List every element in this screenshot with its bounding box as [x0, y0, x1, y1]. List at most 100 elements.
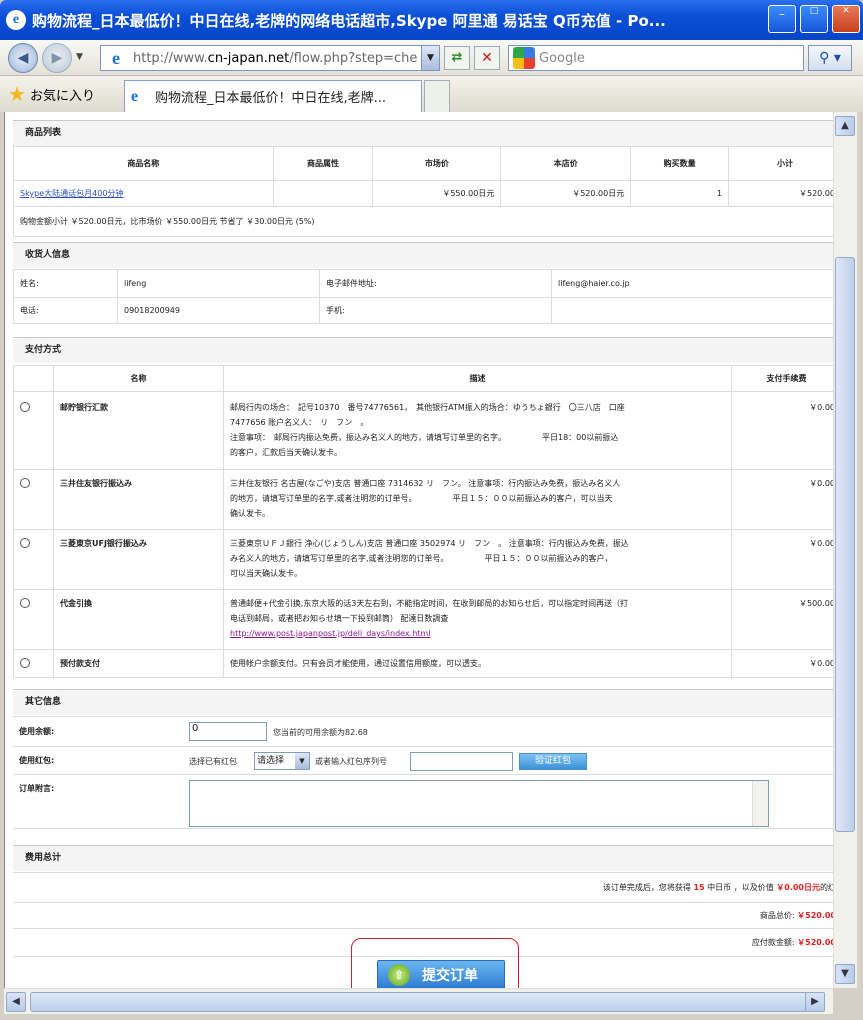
payment-desc-line: 的地方，请填写订单里的名字,或者注明您的订单号。 平日１５：００以前振込み的客户…	[230, 494, 613, 503]
address-bar[interactable]: e http://www.cn-japan.net/flow.php?step=…	[100, 45, 440, 71]
scroll-right-button[interactable]: ▶	[805, 992, 825, 1012]
address-dropdown-button[interactable]: ▼	[421, 46, 439, 70]
forward-button[interactable]: ▶	[42, 43, 72, 73]
other-section-title: 其它信息	[13, 689, 833, 715]
payment-radio-cod[interactable]	[20, 598, 30, 608]
payment-name: 邮貯银行汇款	[53, 391, 224, 470]
minimize-button[interactable]: _	[768, 5, 796, 33]
goods-subtotal: ￥520.00	[728, 180, 833, 207]
search-placeholder: Google	[539, 50, 585, 66]
goods-quantity: 1	[630, 180, 730, 207]
address-url[interactable]: http://www.cn-japan.net/flow.php?step=ch…	[133, 51, 418, 66]
payment-desc-line: 电话到邮局，或者把お知らせ填一下投到邮筒） 配達日数調査	[230, 614, 449, 623]
payment-fee: ￥500.00	[731, 589, 833, 650]
payment-row[interactable]: 预付款支付 使用帐户余额支付。只有会员才能使用，通过设置信用额度，可以透支。 ￥…	[13, 649, 833, 678]
tab-active[interactable]: e 购物流程_日本最低价！中日在线,老牌...	[124, 80, 422, 112]
payment-desc-line: 7477656 账户名义人： リ フン 。	[230, 418, 369, 427]
vertical-scrollbar[interactable]: ▲ ▼	[833, 112, 857, 988]
goods-name-link[interactable]: Skype大陆通话包月400分钟	[20, 189, 123, 198]
points-note: 该订单完成后，您将获得 15 中日币 ，以及价值 ￥0.00日元的红	[13, 872, 833, 903]
email-value: lifeng@haier.co.jp	[551, 269, 833, 298]
goods-table: 商品名称 商品属性 市场价 本店价 购买数量 小计 Skype大陆通话包月400…	[13, 146, 833, 237]
goods-section-title: 商品列表	[13, 120, 833, 146]
payment-desc-line: 可以当天确认发卡。	[230, 569, 302, 578]
balance-note: 您当前的可用余额为82.68	[273, 728, 368, 737]
window-title: 购物流程_日本最低价！中日在线,老牌的网络电话超市,Skype 阿里通 易话宝 …	[32, 11, 666, 30]
mobile-value	[551, 297, 833, 324]
refresh-button[interactable]: ⇄	[444, 46, 470, 70]
goods-summary: 购物金额小计 ￥520.00日元，比市场价 ￥550.00日元 节省了 ￥30.…	[13, 206, 833, 237]
tab-bar: ★ お気に入り e 购物流程_日本最低价！中日在线,老牌...	[0, 76, 863, 112]
payment-name: 代金引換	[53, 589, 224, 650]
payment-col-desc: 描述	[223, 365, 732, 392]
recent-pages-dropdown-icon[interactable]: ▼	[76, 52, 83, 62]
search-box[interactable]: Google	[508, 45, 804, 71]
email-label: 电子邮件地址:	[319, 269, 552, 298]
maximize-button[interactable]: □	[800, 5, 828, 33]
bonus-serial-input[interactable]	[410, 752, 513, 771]
vertical-scroll-thumb[interactable]	[835, 257, 855, 832]
payment-name: 预付款支付	[53, 649, 224, 678]
payment-fee: ￥0.00	[731, 529, 833, 590]
remark-textarea[interactable]	[189, 780, 769, 827]
bonus-prefix: 选择已有红包	[189, 757, 237, 766]
remark-scrollbar[interactable]	[752, 781, 768, 826]
submit-order-label: 提交订单	[422, 968, 478, 984]
new-tab-button[interactable]	[424, 80, 450, 112]
browser-window: e 购物流程_日本最低价！中日在线,老牌的网络电话超市,Skype 阿里通 易话…	[0, 0, 863, 1020]
payment-desc-line: 确认发卡。	[230, 509, 270, 518]
payment-name: 三菱東京UFJ银行振込み	[53, 529, 224, 590]
upload-arrow-icon: ⇧	[388, 964, 410, 986]
search-button[interactable]: ⚲ ▾	[808, 45, 852, 71]
payment-radio-smbc[interactable]	[20, 478, 30, 488]
horizontal-scrollbar[interactable]: ◀ ▶	[4, 988, 833, 1014]
payment-fee: ￥0.00	[731, 649, 833, 678]
goods-total: 商品总价: ￥520.00	[13, 902, 833, 929]
goods-col-attr: 商品属性	[272, 146, 374, 181]
scroll-left-button[interactable]: ◀	[6, 992, 26, 1012]
bonus-select-value: 请选择	[257, 756, 285, 766]
bonus-select[interactable]: 请选择 ▼	[254, 752, 310, 770]
delivery-days-link[interactable]: http://www.post.japanpost.jp/deli_days/i…	[230, 629, 430, 638]
goods-col-qty: 购买数量	[630, 146, 730, 181]
scroll-down-button[interactable]: ▼	[835, 964, 855, 984]
goods-col-name: 商品名称	[13, 146, 274, 181]
payment-desc-line: 邮局行内の场合： 記号10370 番号74776561， 其他银行ATM振入的场…	[230, 403, 625, 412]
balance-input[interactable]: 0	[189, 722, 267, 741]
close-button[interactable]: ✕	[832, 5, 860, 33]
star-icon: ★	[8, 82, 26, 106]
favorites-button[interactable]: ★ お気に入り	[8, 82, 95, 106]
horizontal-scroll-thumb[interactable]	[30, 992, 810, 1012]
navigation-bar: ◀ ▶ ▼ e http://www.cn-japan.net/flow.php…	[0, 40, 863, 76]
submit-order-button[interactable]: ⇧ 提交订单	[377, 960, 505, 988]
scroll-up-button[interactable]: ▲	[835, 116, 855, 136]
goods-col-price: 本店价	[500, 146, 632, 181]
payment-desc-line: 三井住友银行 名古屋(なごや)支店 普通口座 7314632 リ フン。 注意事…	[230, 479, 621, 488]
goods-attr	[272, 180, 374, 207]
balance-label: 使用余额:	[13, 716, 833, 747]
table-row: Skype大陆通话包月400分钟 ￥550.00日元 ￥520.00日元 1 ￥…	[13, 180, 833, 207]
title-bar: e 购物流程_日本最低价！中日在线,老牌的网络电话超市,Skype 阿里通 易话…	[0, 0, 863, 40]
stop-button[interactable]: ✕	[474, 46, 500, 70]
payment-desc-line: 使用帐户余额支付。只有会员才能使用，通过设置信用额度，可以透支。	[223, 649, 732, 678]
payment-col-fee: 支付手续费	[731, 365, 833, 392]
payment-name: 三井住友银行振込み	[53, 469, 224, 530]
payment-desc-line: み名义人的地方，请填写订单里的名字,或者注明您的订单号。 平日１５：００以前振込…	[230, 554, 613, 563]
payment-fee: ￥0.00	[731, 391, 833, 470]
back-button[interactable]: ◀	[8, 43, 38, 73]
payment-radio-balance[interactable]	[20, 657, 30, 668]
payment-row[interactable]: 邮貯银行汇款 邮局行内の场合： 記号10370 番号74776561， 其他银行…	[13, 391, 833, 470]
payment-radio-mufg[interactable]	[20, 538, 30, 548]
payment-desc-line: 注意事项： 邮局行内振込免费，振込み名义人的地方，请填写订单里的名字。 平日18…	[230, 433, 619, 442]
favorites-label: お気に入り	[29, 88, 95, 104]
payment-table: 名称 描述 支付手续费 邮貯银行汇款 邮局行内の场合： 記号10370 番号74…	[13, 365, 833, 678]
phone-label: 电话:	[13, 297, 118, 324]
payment-radio-post[interactable]	[20, 402, 30, 412]
payment-row[interactable]: 三井住友银行振込み 三井住友银行 名古屋(なごや)支店 普通口座 7314632…	[13, 469, 833, 530]
payment-row[interactable]: 代金引換 普通邮便+代金引换,东京大阪的话3天左右到，不能指定时间，在收到邮局的…	[13, 589, 833, 650]
verify-bonus-button[interactable]: 验证红包	[519, 753, 587, 770]
page-viewport: 商品列表 商品名称 商品属性 市场价 本店价 购买数量 小计 Skype大陆通话…	[4, 112, 833, 988]
payment-desc-line: 普通邮便+代金引换,东京大阪的话3天左右到，不能指定时间，在收到邮局的お知らせ后…	[230, 599, 629, 608]
payment-row[interactable]: 三菱東京UFJ银行振込み 三菱東京ＵＦＪ銀行 浄心(じょうしん)支店 普通口座 …	[13, 529, 833, 590]
goods-col-subtotal: 小计	[728, 146, 833, 181]
